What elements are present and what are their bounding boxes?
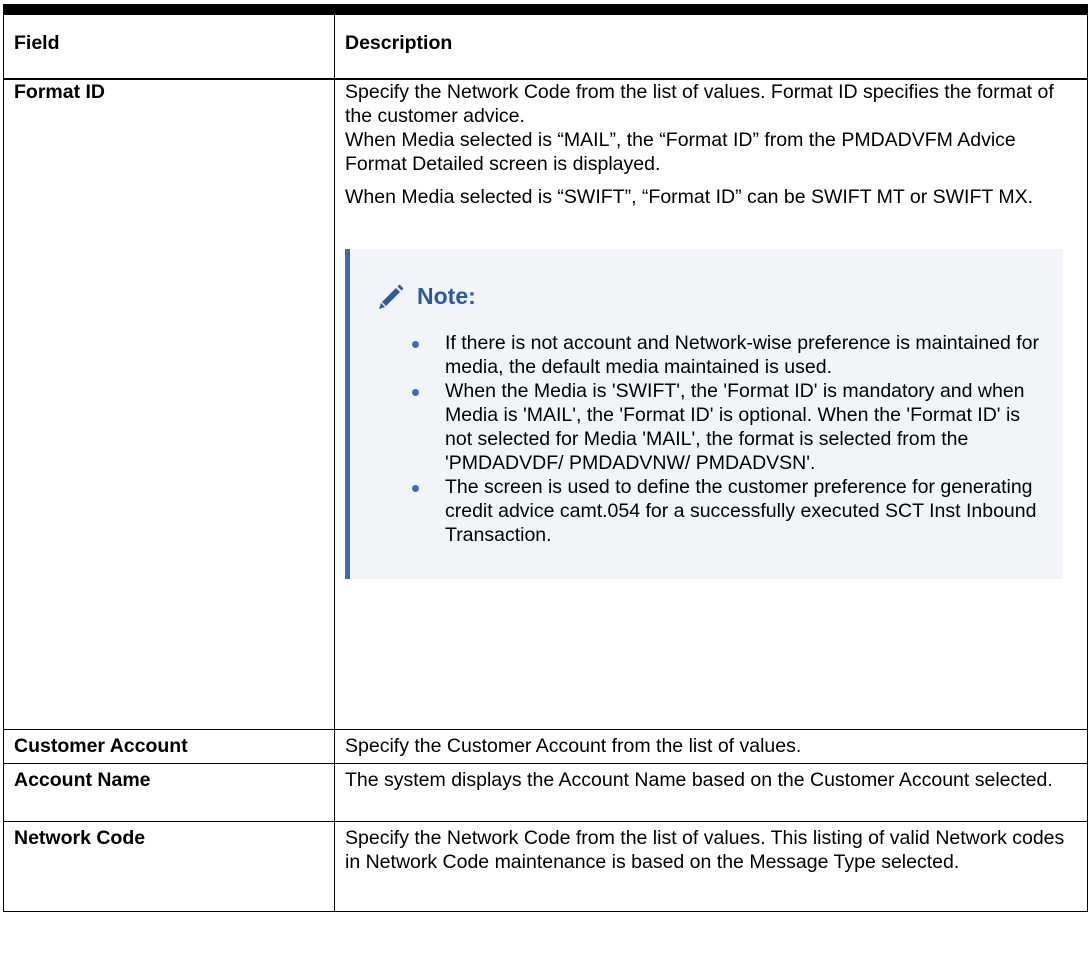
header-description: Description — [334, 4, 1088, 80]
field-name: Customer Account — [3, 729, 335, 764]
description-paragraph: The system displays the Account Name bas… — [345, 769, 1053, 791]
note-item: If there is not account and Network-wise… — [377, 331, 1043, 379]
field-name: Network Code — [3, 821, 335, 912]
header-field: Field — [3, 4, 335, 80]
field-description: Specify the Network Code from the list o… — [334, 78, 1088, 730]
note-box: Note: If there is not account and Networ… — [345, 248, 1063, 579]
field-description-table: Field Description Format ID Specify the … — [3, 4, 1088, 912]
field-name: Account Name — [3, 763, 335, 822]
field-description: Specify the Customer Account from the li… — [334, 729, 1088, 764]
document-page: Field Description Format ID Specify the … — [0, 0, 1090, 974]
description-paragraph: Specify the Customer Account from the li… — [345, 735, 802, 757]
note-header: Note: — [377, 282, 1043, 310]
field-description: Specify the Network Code from the list o… — [334, 821, 1088, 912]
pencil-icon — [377, 283, 405, 309]
description-paragraph: Specify the Network Code from the list o… — [345, 80, 1054, 127]
note-item: When the Media is 'SWIFT', the 'Format I… — [377, 379, 1043, 475]
note-title: Note: — [417, 282, 476, 309]
bullet-icon — [412, 388, 419, 396]
description-paragraph: Specify the Network Code from the list o… — [345, 827, 1065, 873]
field-name: Format ID — [3, 78, 335, 730]
note-item-text: When the Media is 'SWIFT', the 'Format I… — [445, 379, 1025, 474]
note-item-text: If there is not account and Network-wise… — [445, 331, 1039, 378]
table-header-row: Field Description — [3, 4, 1088, 80]
table-row: Network Code Specify the Network Code fr… — [3, 821, 1088, 912]
bullet-icon — [412, 340, 419, 348]
description-paragraph: When Media selected is “MAIL”, the “Form… — [345, 128, 1016, 175]
table-row: Account Name The system displays the Acc… — [3, 763, 1088, 822]
note-list: If there is not account and Network-wise… — [377, 331, 1043, 547]
table-row: Format ID Specify the Network Code from … — [3, 78, 1088, 730]
note-item: The screen is used to define the custome… — [377, 475, 1043, 547]
note-item-text: The screen is used to define the custome… — [445, 475, 1037, 546]
field-description: The system displays the Account Name bas… — [334, 763, 1088, 822]
bullet-icon — [412, 484, 419, 492]
table-row: Customer Account Specify the Customer Ac… — [3, 729, 1088, 764]
description-paragraph: When Media selected is “SWIFT”, “Format … — [345, 185, 1034, 208]
